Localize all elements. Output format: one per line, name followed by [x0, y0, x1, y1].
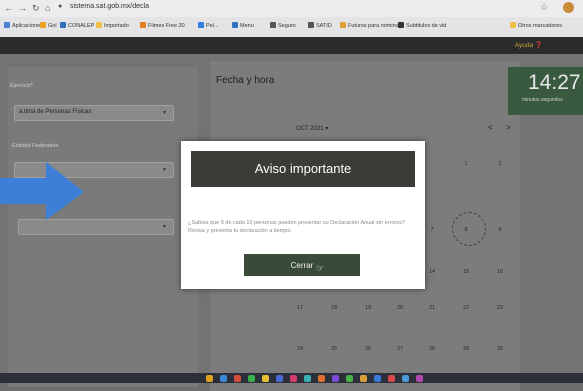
taskbar-app-icon[interactable]: [388, 375, 395, 382]
dialog-header: Aviso importante: [191, 151, 415, 187]
notice-dialog: Aviso importante ¿Sabías que 9 de cada 1…: [181, 141, 425, 289]
calendar-day[interactable]: 22: [456, 305, 476, 311]
today-highlight: [452, 212, 486, 246]
bookmark-favicon-icon: [60, 22, 66, 28]
bookmark-favicon-icon: [398, 22, 404, 28]
close-button[interactable]: Cerrar: [244, 254, 360, 276]
bookmark-item[interactable]: Gol: [40, 22, 57, 29]
forward-icon[interactable]: →: [18, 3, 27, 13]
taskbar-app-icon[interactable]: [346, 375, 353, 382]
calendar-day[interactable]: 28: [422, 346, 442, 352]
timer-value: 14:27: [528, 71, 581, 94]
calendar-day[interactable]: 18: [324, 305, 344, 311]
address-bar[interactable]: ← → ↻ ⌂ ● sistema.sat.gob.mx/decla ☆: [0, 0, 583, 17]
calendar-day[interactable]: 20: [390, 305, 410, 311]
timer-units: minutos segundos: [522, 97, 563, 103]
taskbar-app-icon[interactable]: [262, 375, 269, 382]
calendar-day[interactable]: 2: [490, 161, 510, 167]
home-icon[interactable]: ⌂: [45, 3, 50, 13]
bookmark-favicon-icon: [140, 22, 146, 28]
bookmark-item[interactable]: SATID: [308, 22, 332, 29]
bookmark-item[interactable]: Menu: [232, 22, 254, 29]
taskbar-app-icon[interactable]: [206, 375, 213, 382]
bookmark-favicon-icon: [510, 22, 516, 28]
bookmark-item[interactable]: Otros marcadores: [510, 22, 562, 29]
bookmark-item[interactable]: Futuros para nomina: [340, 22, 399, 29]
calendar-day[interactable]: 27: [390, 346, 410, 352]
select-value: a.tima de Personas Físicas: [19, 109, 92, 115]
caret-down-icon: ▼: [162, 110, 167, 116]
bookmark-item[interactable]: Filmes Free 30: [140, 22, 185, 29]
field-label: Ejercicio*: [10, 83, 33, 89]
taskbar-app-icon[interactable]: [360, 375, 367, 382]
url-text[interactable]: sistema.sat.gob.mx/decla: [70, 3, 149, 10]
calendar-day[interactable]: 9: [490, 227, 510, 233]
calendar-day[interactable]: 26: [358, 346, 378, 352]
top-strip: Ayuda ❓: [0, 37, 583, 54]
bookmark-favicon-icon: [308, 22, 314, 28]
bookmark-item[interactable]: CONALEP: [60, 22, 94, 29]
lock-icon: ●: [58, 3, 63, 10]
bookmark-favicon-icon: [4, 22, 10, 28]
caret-down-icon: ▼: [162, 167, 167, 173]
taskbar-app-icon[interactable]: [290, 375, 297, 382]
calendar-day[interactable]: 24: [290, 346, 310, 352]
calendar-day[interactable]: 25: [324, 346, 344, 352]
bookmark-favicon-icon: [232, 22, 238, 28]
calendar-day[interactable]: 30: [490, 346, 510, 352]
bookmark-favicon-icon: [40, 22, 46, 28]
bookmark-favicon-icon: [96, 22, 102, 28]
calendar-day[interactable]: 19: [358, 305, 378, 311]
back-icon[interactable]: ←: [4, 3, 13, 13]
browser-chrome: ← → ↻ ⌂ ● sistema.sat.gob.mx/decla ☆ Apl…: [0, 0, 583, 37]
profile-avatar[interactable]: [563, 2, 574, 13]
bookmark-item[interactable]: Subtitulos de vid: [398, 22, 446, 29]
taskbar-app-icon[interactable]: [402, 375, 409, 382]
bookmark-favicon-icon: [340, 22, 346, 28]
page-content: Ayuda ❓ Ejercicio* a.tima de Personas Fí…: [0, 37, 583, 391]
caret-down-icon: ▼: [162, 224, 167, 230]
calendar-day[interactable]: 16: [490, 269, 510, 275]
bookmark-favicon-icon: [270, 22, 276, 28]
calendar-day[interactable]: 17: [290, 305, 310, 311]
bookmark-star-icon[interactable]: ☆: [540, 2, 548, 13]
calendar-day[interactable]: 21: [422, 305, 442, 311]
calendar-day[interactable]: 23: [490, 305, 510, 311]
calendar-day[interactable]: 7: [422, 227, 442, 233]
bookmark-favicon-icon: [198, 22, 204, 28]
dialog-title: Aviso importante: [254, 161, 352, 176]
next-month-icon[interactable]: >: [506, 123, 511, 132]
calendar-day[interactable]: 15: [456, 269, 476, 275]
bookmark-item[interactable]: Seguro: [270, 22, 296, 29]
calendar-day[interactable]: 29: [456, 346, 476, 352]
os-taskbar: [0, 373, 583, 383]
calendar-day[interactable]: 14: [422, 269, 442, 275]
bookmark-item[interactable]: Aplicaciones: [4, 22, 43, 29]
bookmarks-bar: Aplicaciones Gol CONALEP Importado Filme…: [0, 18, 583, 35]
taskbar-app-icon[interactable]: [374, 375, 381, 382]
arrow-right-icon: [0, 162, 84, 220]
help-link[interactable]: Ayuda ❓: [515, 41, 543, 49]
declaration-type-select[interactable]: a.tima de Personas Físicas ▼: [14, 105, 174, 121]
field-label: Entidad Federativa: [12, 143, 59, 149]
bookmark-item[interactable]: Importado: [96, 22, 129, 29]
taskbar-app-icon[interactable]: [248, 375, 255, 382]
reload-icon[interactable]: ↻: [32, 3, 40, 14]
taskbar-app-icon[interactable]: [276, 375, 283, 382]
taskbar-app-icon[interactable]: [220, 375, 227, 382]
taskbar-app-icon[interactable]: [318, 375, 325, 382]
section-title: Fecha y hora: [216, 75, 275, 86]
hand-cursor-icon: ☞: [316, 263, 325, 273]
taskbar-app-icon[interactable]: [234, 375, 241, 382]
dialog-message: ¿Sabías que 9 de cada 10 personas pueden…: [188, 220, 406, 234]
bookmark-item[interactable]: Pel...: [198, 22, 219, 29]
taskbar-app-icon[interactable]: [332, 375, 339, 382]
month-selector[interactable]: OCT 2021 ▾: [296, 125, 328, 132]
taskbar-app-icon[interactable]: [304, 375, 311, 382]
calendar-day[interactable]: 1: [456, 161, 476, 167]
prev-month-icon[interactable]: <: [488, 123, 493, 132]
taskbar-app-icon[interactable]: [416, 375, 423, 382]
